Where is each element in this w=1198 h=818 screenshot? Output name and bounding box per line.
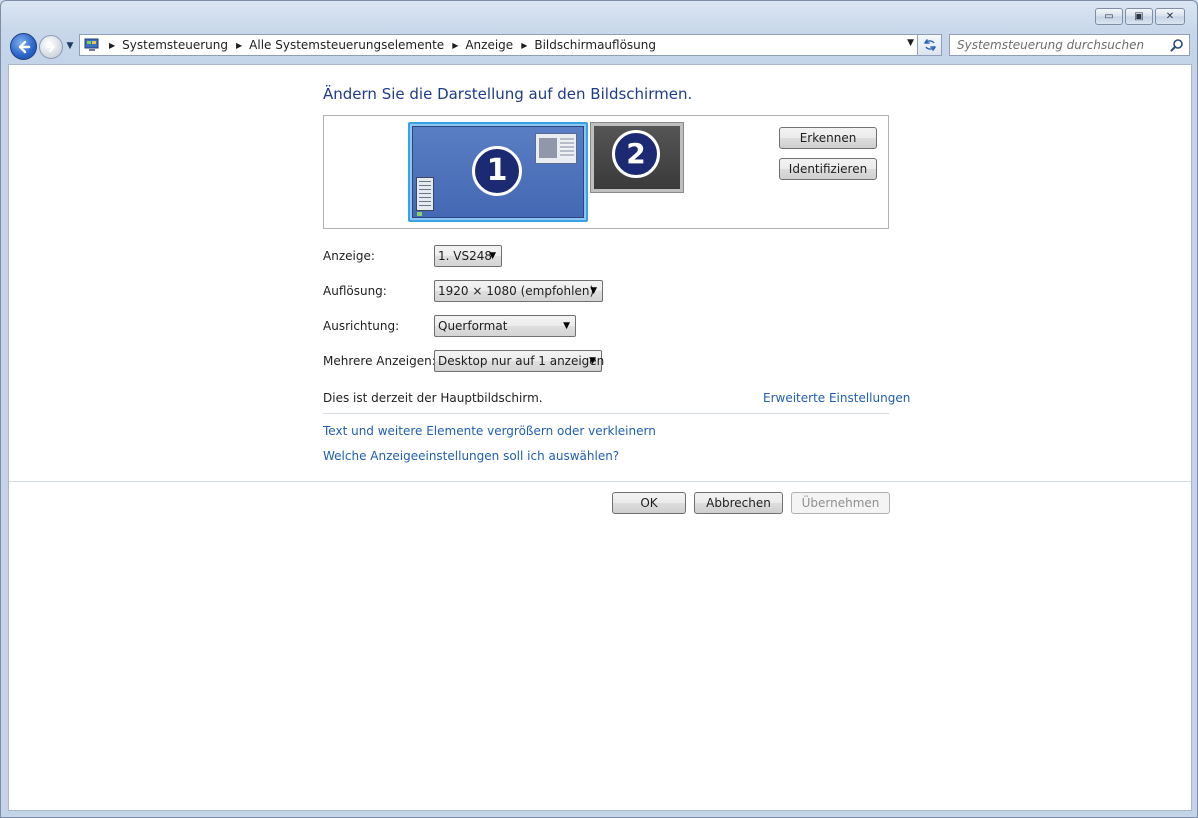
breadcrumb-separator-icon[interactable]: ▶ — [452, 41, 458, 50]
apply-button[interactable]: Übernehmen — [791, 492, 890, 514]
breadcrumb-separator-icon[interactable]: ▶ — [521, 41, 527, 50]
cancel-button[interactable]: Abbrechen — [694, 492, 783, 514]
breadcrumb-alle-elemente[interactable]: Alle Systemsteuerungselemente — [249, 38, 444, 52]
orientation-select[interactable]: Querformat ▼ — [434, 315, 576, 337]
start-menu-thumbnail — [416, 177, 434, 211]
primary-display-info: Dies ist derzeit der Hauptbildschirm. — [323, 391, 543, 405]
back-arrow-icon — [18, 40, 30, 53]
taskbar-thumbnail — [417, 212, 422, 216]
advanced-settings-link[interactable]: Erweiterte Einstellungen — [763, 391, 910, 405]
chevron-down-icon: ▼ — [489, 251, 496, 261]
divider — [323, 413, 889, 414]
address-bar[interactable]: ▶ Systemsteuerung ▶ Alle Systemsteuerung… — [79, 34, 918, 56]
text-size-link[interactable]: Text und weitere Elemente vergrößern ode… — [323, 424, 656, 438]
display-select-value: 1. VS248 — [438, 249, 492, 263]
page-title: Ändern Sie die Darstellung auf den Bilds… — [323, 85, 693, 103]
breadcrumb-separator-icon[interactable]: ▶ — [109, 41, 115, 50]
content-area: Ändern Sie die Darstellung auf den Bilds… — [8, 64, 1192, 811]
breadcrumb-bildschirmaufloesung[interactable]: Bildschirmauflösung — [534, 38, 656, 52]
chevron-down-icon: ▼ — [563, 321, 570, 331]
monitor-number-1: 1 — [472, 146, 522, 196]
detect-button[interactable]: Erkennen — [779, 127, 877, 149]
caption-buttons: ▭ ▣ ✕ — [1095, 8, 1185, 25]
divider — [9, 481, 1191, 482]
breadcrumb-systemsteuerung[interactable]: Systemsteuerung — [122, 38, 228, 52]
address-dropdown-icon[interactable]: ▼ — [907, 38, 914, 48]
control-panel-icon — [83, 37, 101, 53]
maximize-button[interactable]: ▣ — [1125, 8, 1153, 25]
chevron-down-icon: ▼ — [590, 286, 597, 296]
display-settings-help-link[interactable]: Welche Anzeigeeinstellungen soll ich aus… — [323, 449, 619, 463]
monitor-arrangement-panel: 1 2 Erkennen Identifizieren — [323, 115, 889, 229]
history-dropdown-icon[interactable]: ▼ — [65, 41, 75, 51]
resolution-label: Auflösung: — [323, 284, 387, 298]
refresh-icon — [923, 39, 936, 51]
display-label: Anzeige: — [323, 249, 375, 263]
back-button[interactable] — [10, 33, 37, 60]
orientation-select-value: Querformat — [438, 319, 508, 333]
forward-button[interactable] — [39, 35, 63, 59]
search-input[interactable] — [957, 35, 1167, 55]
chevron-down-icon: ▼ — [589, 356, 596, 366]
monitor-number-2: 2 — [612, 130, 660, 178]
multiple-displays-label: Mehrere Anzeigen: — [323, 354, 436, 368]
minimize-button[interactable]: ▭ — [1095, 8, 1123, 25]
navigation-bar: ▼ ▶ Systemsteuerung ▶ Alle Systemsteueru… — [1, 32, 1198, 60]
display-select[interactable]: 1. VS248 ▼ — [434, 245, 502, 267]
monitor-2[interactable]: 2 — [590, 122, 684, 193]
multiple-displays-select-value: Desktop nur auf 1 anzeigen — [438, 354, 605, 368]
window-frame: ▭ ▣ ✕ ▼ ▶ Systemsteuerung ▶ Alle Systems… — [0, 0, 1198, 818]
forward-arrow-icon — [46, 42, 55, 52]
identify-button[interactable]: Identifizieren — [779, 158, 877, 180]
ok-button[interactable]: OK — [612, 492, 686, 514]
search-icon[interactable] — [1170, 38, 1184, 52]
refresh-button[interactable] — [918, 34, 942, 56]
window-thumbnail — [535, 133, 577, 164]
close-button[interactable]: ✕ — [1155, 8, 1185, 25]
resolution-select-value: 1920 × 1080 (empfohlen) — [438, 284, 595, 298]
breadcrumb-separator-icon[interactable]: ▶ — [236, 41, 242, 50]
resolution-select[interactable]: 1920 × 1080 (empfohlen) ▼ — [434, 280, 603, 302]
multiple-displays-select[interactable]: Desktop nur auf 1 anzeigen ▼ — [434, 350, 605, 372]
search-box — [949, 34, 1190, 56]
orientation-label: Ausrichtung: — [323, 319, 400, 333]
breadcrumb-anzeige[interactable]: Anzeige — [465, 38, 513, 52]
monitor-1[interactable]: 1 — [408, 122, 588, 222]
